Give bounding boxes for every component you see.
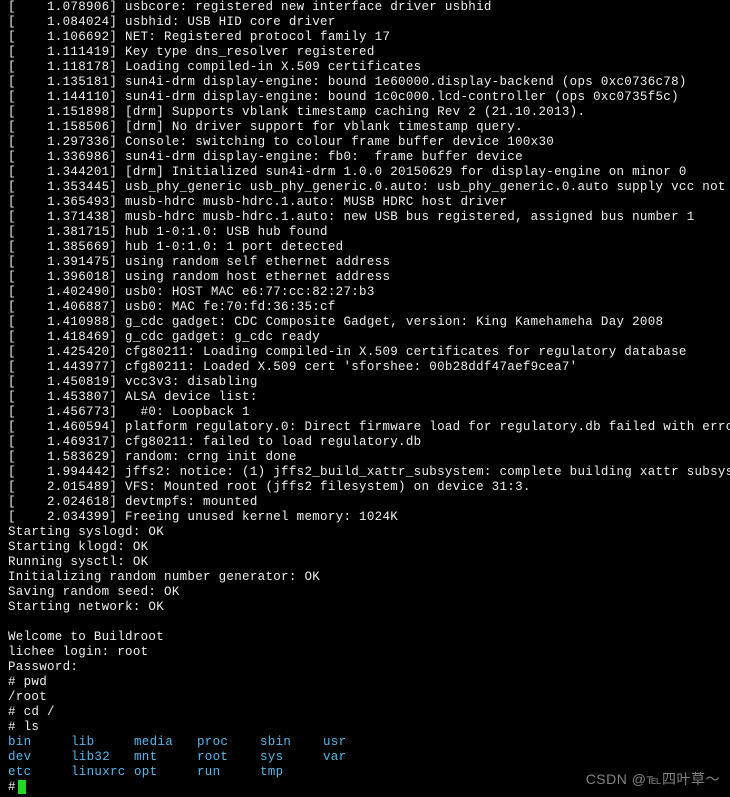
kernel-line: [ 1.406887] usb0: MAC fe:70:fd:36:35:cf: [8, 300, 722, 315]
ls-entry: var: [323, 750, 386, 765]
kernel-line: [ 1.381715] hub 1-0:1.0: USB hub found: [8, 225, 722, 240]
startup-line: Initializing random number generator: OK: [8, 570, 722, 585]
ls-entry: sbin: [260, 735, 323, 750]
startup-line: Starting network: OK: [8, 600, 722, 615]
ls-entry: media: [134, 735, 197, 750]
kernel-line: [ 1.450819] vcc3v3: disabling: [8, 375, 722, 390]
kernel-line: [ 1.151898] [drm] Supports vblank timest…: [8, 105, 722, 120]
kernel-line: [ 1.453807] ALSA device list:: [8, 390, 722, 405]
kernel-line: [ 1.402490] usb0: HOST MAC e6:77:cc:82:2…: [8, 285, 722, 300]
startup-log: Starting syslogd: OKStarting klogd: OKRu…: [8, 525, 722, 615]
kernel-line: [ 1.144110] sun4i-drm display-engine: bo…: [8, 90, 722, 105]
kernel-line: [ 1.118178] Loading compiled-in X.509 ce…: [8, 60, 722, 75]
ls-entry: dev: [8, 750, 71, 765]
ls-entry: proc: [197, 735, 260, 750]
shell-pwd-out: /root: [8, 690, 722, 705]
kernel-line: [ 1.418469] g_cdc gadget: g_cdc ready: [8, 330, 722, 345]
kernel-line: [ 1.084024] usbhid: USB HID core driver: [8, 15, 722, 30]
startup-line: Saving random seed: OK: [8, 585, 722, 600]
kernel-log: [ 1.078906] usbcore: registered new inte…: [8, 0, 722, 525]
kernel-line: [ 1.410988] g_cdc gadget: CDC Composite …: [8, 315, 722, 330]
ls-entry: linuxrc: [71, 765, 134, 780]
kernel-line: [ 1.994442] jffs2: notice: (1) jffs2_bui…: [8, 465, 722, 480]
kernel-line: [ 1.583629] random: crng init done: [8, 450, 722, 465]
ls-entry: run: [197, 765, 260, 780]
kernel-line: [ 1.111419] Key type dns_resolver regist…: [8, 45, 722, 60]
shell-cd: # cd /: [8, 705, 722, 720]
ls-entry: tmp: [260, 765, 323, 780]
ls-entry: etc: [8, 765, 71, 780]
kernel-line: [ 1.371438] musb-hdrc musb-hdrc.1.auto: …: [8, 210, 722, 225]
kernel-line: [ 2.024618] devtmpfs: mounted: [8, 495, 722, 510]
ls-row: binlibmediaprocsbinusr: [8, 735, 722, 750]
blank: [8, 615, 722, 630]
kernel-line: [ 1.344201] [drm] Initialized sun4i-drm …: [8, 165, 722, 180]
welcome-line: Welcome to Buildroot: [8, 630, 722, 645]
kernel-line: [ 2.034399] Freeing unused kernel memory…: [8, 510, 722, 525]
kernel-line: [ 1.353445] usb_phy_generic usb_phy_gene…: [8, 180, 722, 195]
kernel-line: [ 1.456773] #0: Loopback 1: [8, 405, 722, 420]
shell-ls: # ls: [8, 720, 722, 735]
ls-entry: lib: [71, 735, 134, 750]
kernel-line: [ 1.078906] usbcore: registered new inte…: [8, 0, 722, 15]
ls-entry: [323, 765, 386, 780]
kernel-line: [ 1.365493] musb-hdrc musb-hdrc.1.auto: …: [8, 195, 722, 210]
cursor-block: [18, 780, 26, 794]
kernel-line: [ 1.297336] Console: switching to colour…: [8, 135, 722, 150]
kernel-line: [ 1.336986] sun4i-drm display-engine: fb…: [8, 150, 722, 165]
ls-entry: usr: [323, 735, 386, 750]
kernel-line: [ 1.396018] using random host ethernet a…: [8, 270, 722, 285]
kernel-line: [ 1.460594] platform regulatory.0: Direc…: [8, 420, 722, 435]
kernel-line: [ 1.106692] NET: Registered protocol fam…: [8, 30, 722, 45]
kernel-line: [ 2.015489] VFS: Mounted root (jffs2 fil…: [8, 480, 722, 495]
ls-entry: root: [197, 750, 260, 765]
prompt-text: #: [8, 780, 16, 795]
ls-entry: lib32: [71, 750, 134, 765]
startup-line: Starting klogd: OK: [8, 540, 722, 555]
ls-entry: bin: [8, 735, 71, 750]
kernel-line: [ 1.385669] hub 1-0:1.0: 1 port detected: [8, 240, 722, 255]
ls-row: devlib32mntrootsysvar: [8, 750, 722, 765]
kernel-line: [ 1.135181] sun4i-drm display-engine: bo…: [8, 75, 722, 90]
startup-line: Starting syslogd: OK: [8, 525, 722, 540]
startup-line: Running sysctl: OK: [8, 555, 722, 570]
ls-entry: sys: [260, 750, 323, 765]
ls-entry: opt: [134, 765, 197, 780]
ls-entry: mnt: [134, 750, 197, 765]
kernel-line: [ 1.158506] [drm] No driver support for …: [8, 120, 722, 135]
login-prompt: lichee login: root: [8, 645, 722, 660]
watermark: CSDN @℡四叶草～: [586, 772, 720, 787]
kernel-line: [ 1.391475] using random self ethernet a…: [8, 255, 722, 270]
kernel-line: [ 1.443977] cfg80211: Loaded X.509 cert …: [8, 360, 722, 375]
password-prompt: Password:: [8, 660, 722, 675]
kernel-line: [ 1.469317] cfg80211: failed to load reg…: [8, 435, 722, 450]
shell-pwd: # pwd: [8, 675, 722, 690]
kernel-line: [ 1.425420] cfg80211: Loading compiled-i…: [8, 345, 722, 360]
